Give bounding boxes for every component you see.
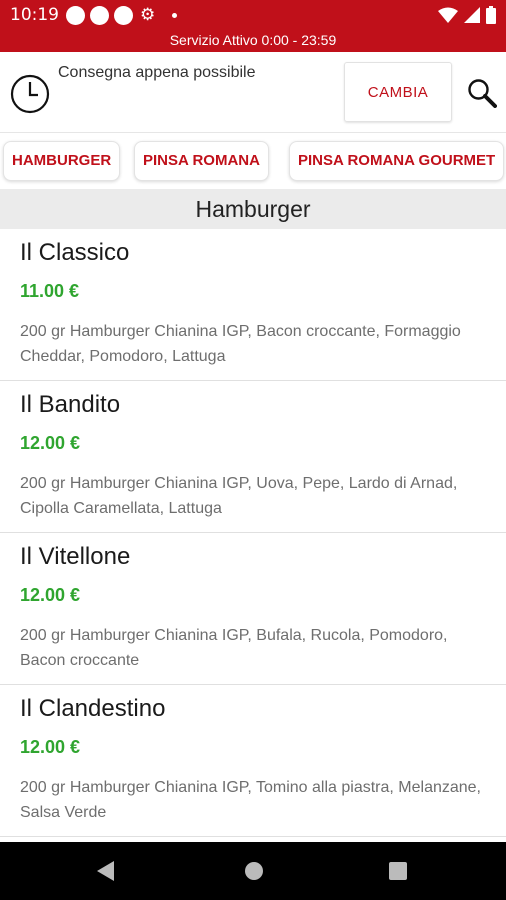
item-name: Il Clandestino: [20, 695, 166, 722]
delivery-header: Consegna appena possibile CAMBIA: [0, 52, 506, 133]
tab-hamburger[interactable]: HAMBURGER: [3, 141, 121, 181]
tab-pinsa-romana-gourmet[interactable]: PINSA ROMANA GOURMET: [289, 141, 505, 181]
item-description: 200 gr Hamburger Chianina IGP, Uova, Pep…: [20, 475, 458, 517]
menu-item[interactable]: Il Classico 11.00 € 200 gr Hamburger Chi…: [0, 229, 506, 381]
status-bar: 10:19 ⚙ Servizio Attivo 0:00 - 23:59: [0, 0, 506, 52]
navigation-bar: [0, 842, 506, 900]
menu-list: Il Classico 11.00 € 200 gr Hamburger Chi…: [0, 229, 506, 837]
item-description: 200 gr Hamburger Chianina IGP, Bufala, R…: [20, 627, 448, 669]
signal-icon: [464, 7, 480, 23]
clock-icon: [10, 74, 50, 114]
item-price: 12.00 €: [20, 737, 81, 757]
item-description: 200 gr Hamburger Chianina IGP, Bacon cro…: [20, 323, 461, 365]
delivery-time-label: Consegna appena possibile: [58, 64, 256, 81]
tab-pinsa-romana[interactable]: PINSA ROMANA: [134, 141, 269, 181]
item-name: Il Classico: [20, 239, 130, 266]
menu-item[interactable]: Il Bandito 12.00 € 200 gr Hamburger Chia…: [0, 381, 506, 533]
menu-item[interactable]: Il Clandestino 12.00 € 200 gr Hamburger …: [0, 685, 506, 837]
gear-icon: ⚙: [140, 5, 156, 25]
status-time: 10:19: [10, 5, 59, 25]
search-icon[interactable]: [467, 78, 497, 108]
notification-dot-icon: [66, 6, 85, 25]
item-name: Il Bandito: [20, 391, 121, 418]
section-title: Hamburger: [0, 189, 506, 229]
notification-dot-icon: [114, 6, 133, 25]
small-dot-icon: [172, 13, 178, 18]
recent-apps-icon[interactable]: [389, 862, 407, 880]
home-icon[interactable]: [244, 861, 264, 881]
item-price: 12.00 €: [20, 585, 81, 605]
notification-dot-icon: [90, 6, 109, 25]
wifi-icon: [438, 7, 458, 23]
battery-icon: [486, 6, 496, 24]
item-name: Il Vitellone: [20, 543, 131, 570]
service-hours: Servizio Attivo 0:00 - 23:59: [169, 32, 337, 48]
menu-item[interactable]: Il Vitellone 12.00 € 200 gr Hamburger Ch…: [0, 533, 506, 685]
back-icon[interactable]: [96, 860, 116, 882]
category-tabs: HAMBURGER PINSA ROMANA PINSA ROMANA GOUR…: [0, 133, 506, 189]
change-delivery-button[interactable]: CAMBIA: [344, 62, 452, 122]
system-icons: [438, 6, 496, 24]
item-price: 12.00 €: [20, 433, 81, 453]
item-description: 200 gr Hamburger Chianina IGP, Tomino al…: [20, 779, 481, 821]
notification-icons: ⚙: [66, 5, 178, 25]
item-price: 11.00 €: [20, 281, 80, 301]
